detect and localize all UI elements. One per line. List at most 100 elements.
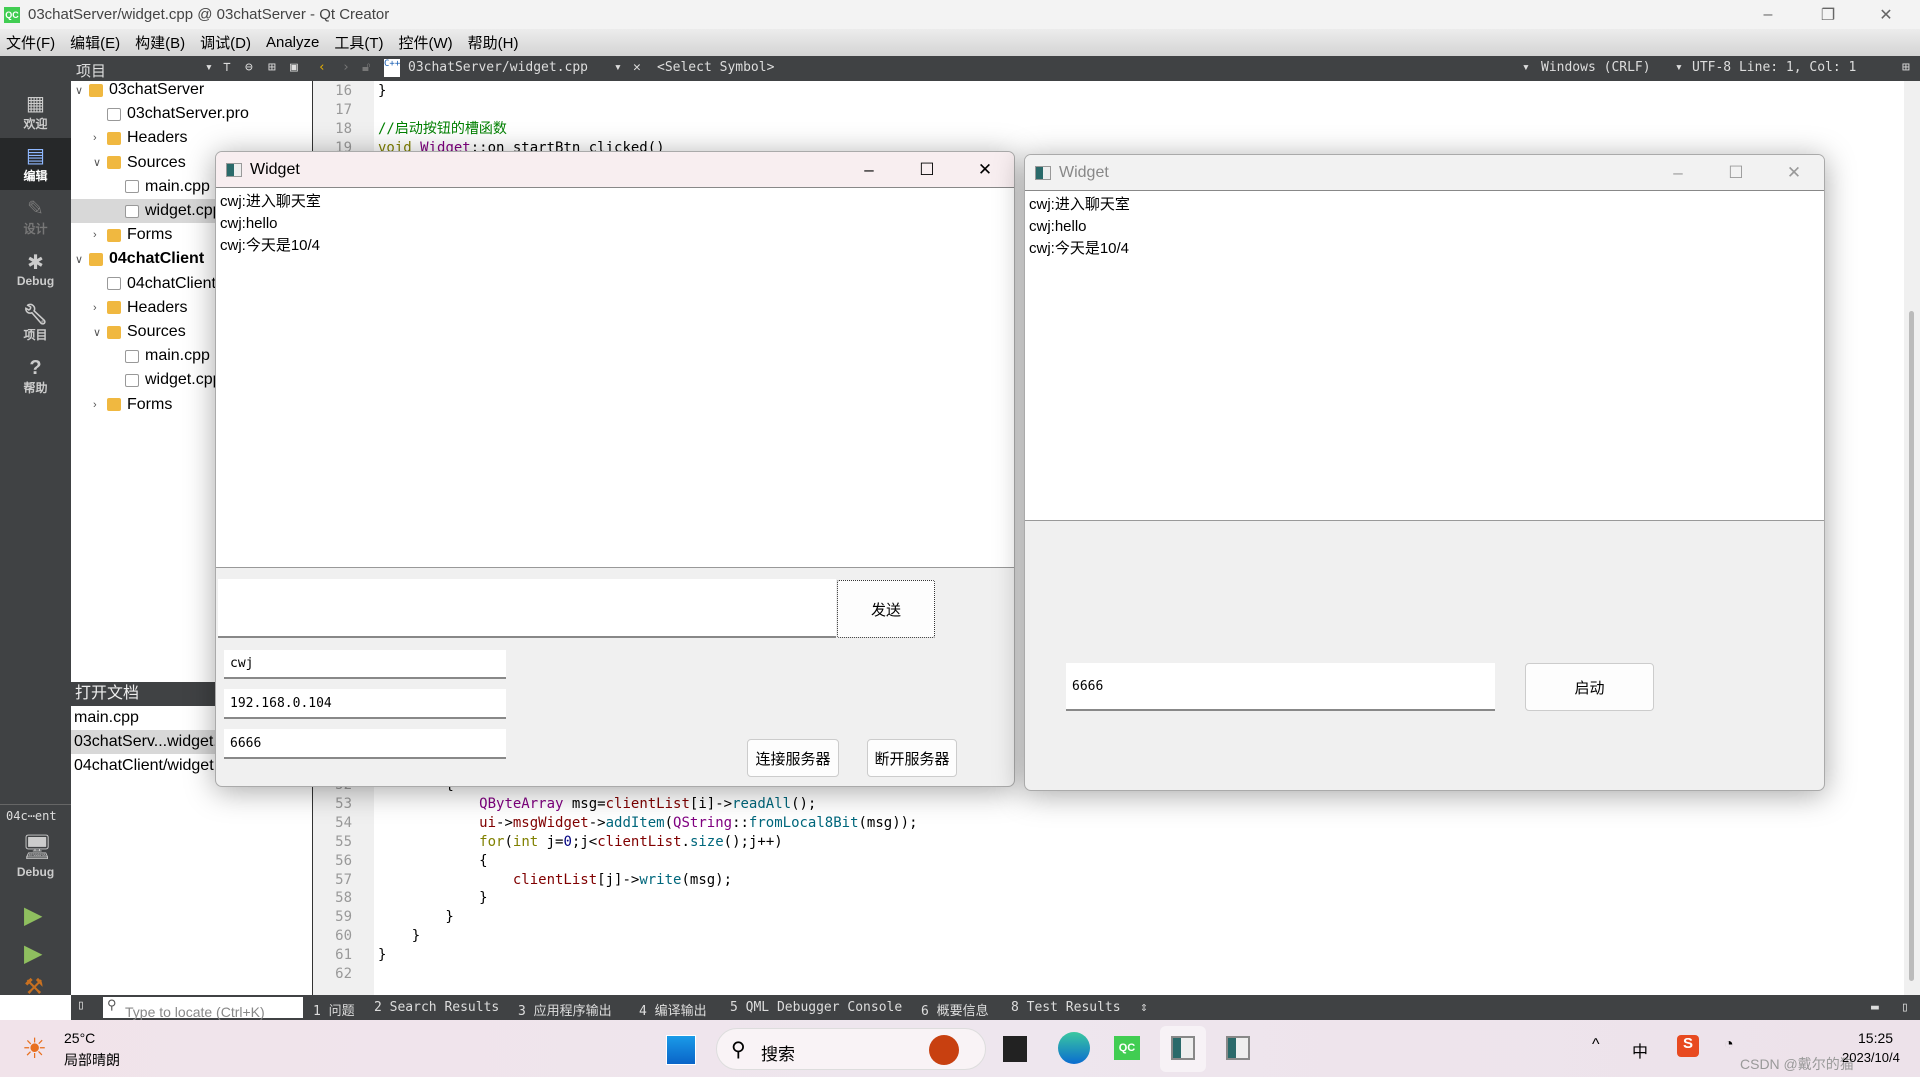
expand-chevron-icon[interactable]: ∨ [75,84,89,97]
message-item[interactable]: cwj:hello [1029,216,1822,238]
message-item[interactable]: cwj:进入聊天室 [1029,194,1822,216]
more-tabs-icon[interactable]: ⇕ [1140,1000,1148,1015]
start-server-button[interactable]: 启动 [1525,663,1654,711]
message-list[interactable]: cwj:进入聊天室 cwj:hello cwj:今天是10/4 [1025,191,1824,521]
tree-item[interactable]: ∨ Sources [93,151,186,175]
chevron-down-icon[interactable]: ▾ [614,60,622,75]
disconnect-server-button[interactable]: 断开服务器 [867,739,957,777]
code-line[interactable]: 54 ui->msgWidget->addItem(QString::fromL… [312,814,917,833]
code-line[interactable]: 60 } [312,927,420,946]
tree-item[interactable]: main.cpp [111,175,210,199]
widget-app-taskbar-active[interactable] [1160,1026,1206,1072]
code-line[interactable]: 53 QByteArray msg=clientList[i]->readAll… [312,795,816,814]
menu-tools[interactable]: 工具(T) [334,32,383,53]
code-line[interactable]: 59 } [312,908,454,927]
split-icon[interactable]: ⊞ [268,60,276,75]
widget-app-taskbar[interactable] [1226,1036,1250,1060]
expand-chevron-icon[interactable]: ∨ [93,156,107,169]
send-button[interactable]: 发送 [837,580,935,638]
collapse-icon[interactable]: ▣ [290,60,298,75]
tree-item[interactable]: 03chatServer.pro [93,102,249,126]
chevron-up-icon[interactable]: ^ [1592,1036,1600,1054]
output-tab[interactable]: 2 Search Results [374,1000,499,1015]
tree-item[interactable]: main.cpp [111,344,210,368]
link-icon[interactable]: ⊖ [245,60,253,75]
weather-desc[interactable]: 局部晴朗 [64,1050,120,1070]
kit-project[interactable]: 04c⋯ent [6,809,57,823]
code-line[interactable]: 56 { [312,852,487,871]
tree-item[interactable]: widget.cpp [111,368,222,392]
close-button[interactable]: ✕ [1858,0,1914,29]
chevron-down-icon[interactable]: ▾ [205,60,213,75]
send-message-input[interactable] [218,579,836,638]
menu-analyze[interactable]: Analyze [266,34,319,51]
restore-button[interactable]: ❐ [1800,0,1856,29]
message-item[interactable]: cwj:进入聊天室 [220,191,1012,213]
maximize-button[interactable]: ☐ [898,152,956,188]
expand-chevron-icon[interactable]: ∨ [93,326,107,339]
tree-item[interactable]: › Headers [93,126,187,150]
mode-help[interactable]: ? 帮助 [0,350,71,402]
panel-selector[interactable]: 项目 [76,60,106,81]
taskbar-search[interactable]: ⚲ 搜索 [716,1028,986,1070]
build-hammer-icon[interactable]: ⚒ [24,974,44,1000]
code-line[interactable]: 57 clientList[j]->write(msg); [312,871,732,890]
task-view-icon[interactable] [1003,1036,1027,1062]
weather-temp[interactable]: 25°C [64,1030,95,1046]
server-port-input[interactable]: 6666 [1066,663,1495,711]
message-item[interactable]: cwj:今天是10/4 [1029,238,1822,260]
ip-input[interactable]: 192.168.0.104 [224,689,506,719]
expand-chevron-icon[interactable]: ∨ [75,253,89,266]
message-list[interactable]: cwj:进入聊天室 cwj:hello cwj:今天是10/4 [216,188,1014,568]
menu-widgets[interactable]: 控件(W) [399,32,453,53]
tree-item[interactable]: ∨ 04chatClient [75,247,204,271]
mode-welcome[interactable]: ▦ 欢迎 [0,86,71,138]
expand-chevron-icon[interactable]: › [93,132,107,144]
message-item[interactable]: cwj:今天是10/4 [220,235,1012,257]
mode-edit[interactable]: ▤ 编辑 [0,138,71,190]
maximize-button[interactable]: ☐ [1707,155,1765,191]
forward-icon[interactable]: › [342,60,350,75]
toggle-sidebar-icon[interactable]: ▯ [77,998,85,1013]
output-tab[interactable]: 3 应用程序输出 [518,1000,612,1019]
minimize-button[interactable]: – [840,152,898,188]
clock-time[interactable]: 15:25 [1858,1030,1893,1046]
edge-icon[interactable] [1058,1032,1090,1064]
output-tab[interactable]: 6 概要信息 [921,1000,989,1019]
line-ending-selector[interactable]: Windows (CRLF) [1541,60,1651,75]
scrollbar-thumb[interactable] [1909,311,1914,981]
clock-date[interactable]: 2023/10/4 [1842,1050,1900,1065]
tree-item[interactable]: › Forms [93,223,172,247]
code-line[interactable]: 62 [312,965,378,984]
encoding-position[interactable]: UTF-8 Line: 1, Col: 1 [1692,60,1856,75]
close-file-icon[interactable]: ✕ [633,60,641,75]
back-icon[interactable]: ‹ [318,60,326,75]
code-line[interactable]: 18 //启动按钮的槽函数 [312,120,507,139]
ime-indicator[interactable]: 中 [1632,1038,1648,1062]
tree-item[interactable]: › Headers [93,296,187,320]
output-tab[interactable]: 8 Test Results [1011,1000,1121,1015]
output-tab[interactable]: 4 编译输出 [639,1000,707,1019]
editor-scrollbar[interactable] [1904,81,1920,995]
expand-chevron-icon[interactable]: › [93,302,107,314]
minimize-button[interactable]: – [1649,155,1707,191]
mode-debug[interactable]: ✱ Debug [0,244,71,296]
close-button[interactable]: ✕ [1765,155,1823,191]
debug-run-icon[interactable]: ▶ [24,939,42,968]
mode-design[interactable]: ✎ 设计 [0,191,71,243]
mode-projects[interactable]: 🔧︎ 项目 [0,297,71,349]
menu-edit[interactable]: 编辑(E) [70,32,120,53]
sogou-icon[interactable]: S [1677,1035,1699,1057]
menu-debug[interactable]: 调试(D) [200,32,251,53]
wifi-icon[interactable]: ◔ [1724,1036,1734,1054]
username-input[interactable]: cwj [224,650,506,679]
output-tab[interactable]: 1 问题 [313,1000,355,1019]
message-item[interactable]: cwj:hello [220,213,1012,235]
current-file[interactable]: 03chatServer/widget.cpp [408,60,588,75]
close-button[interactable]: ✕ [956,152,1014,188]
output-tab[interactable]: 5 QML Debugger Console [730,1000,902,1015]
symbol-selector[interactable]: <Select Symbol> [657,60,774,75]
expand-chevron-icon[interactable]: › [93,399,107,411]
menu-file[interactable]: 文件(F) [6,32,55,53]
locator-input[interactable]: Type to locate (Ctrl+K) [103,997,303,1020]
